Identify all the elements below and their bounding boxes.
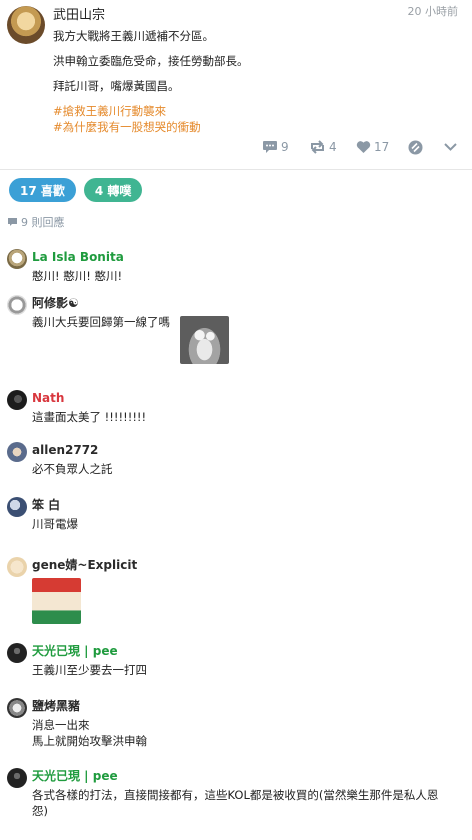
hashtags: #搶救王義川行動襲來 #為什麼我有一股想哭的衝動 [53,103,453,135]
speech-bubble-icon [8,218,17,226]
shares-badge[interactable]: 4 轉噗 [83,178,143,202]
comment-text: 川哥電爆 [32,517,78,531]
comment: 天光已現 | pee 王義川至少要去一打四 [0,642,472,697]
cat-avatar[interactable] [7,442,27,462]
sombrero-avatar[interactable] [7,249,27,269]
mute-button[interactable] [408,140,423,155]
post: 武田山宗 20 小時前 我方大戰將王義川遞補不分區。 洪申翰立委臨危受命，接任勞… [0,0,472,170]
post-stats: 17 喜歡 4 轉噗 [0,170,472,210]
comment: 鹽烤黑豬 消息一出來 馬上就開始攻擊洪申翰 [0,697,472,767]
comment: gene婧~Explicit [0,556,472,642]
comment-image[interactable] [32,578,81,624]
post-time[interactable]: 20 小時前 [408,3,459,19]
comment-text: 憨川! 憨川! 憨川! [32,269,123,283]
pig-avatar[interactable] [7,698,27,718]
moon-avatar[interactable] [7,497,27,517]
comment-author[interactable]: 鹽烤黑豬 [32,697,472,715]
author-avatar[interactable] [7,6,45,44]
like-count: 17 [374,140,390,154]
post-author[interactable]: 武田山宗 [53,4,105,23]
comment: La Isla Bonita 憨川! 憨川! 憨川! [0,248,472,294]
heart-icon [356,141,371,153]
comment-text: 王義川至少要去一打四 [32,663,147,677]
expand-button[interactable] [443,140,458,154]
post-line: 拜託川哥，嘴爆黃國昌。 [53,79,180,93]
gene-avatar[interactable] [7,557,27,577]
comment-author[interactable]: gene婧~Explicit [32,556,472,574]
post-body: 我方大戰將王義川遞補不分區。 洪申翰立委臨危受命，接任勞動部長。 拜託川哥，嘴爆… [53,28,453,135]
comment-author[interactable]: Nath [32,389,472,407]
comment: 天光已現 | pee 各式各樣的打法，直接間接都有，這些KOL都是被收買的(當然… [0,767,472,827]
replies-count: 9 則回應 [0,210,472,234]
repost-button[interactable]: 4 [309,140,337,154]
likes-badge[interactable]: 17 喜歡 [9,178,76,202]
speech-bubble-icon [263,141,277,153]
repost-arrows-icon [311,140,324,154]
mute-icon [408,140,423,155]
comment: 笨 白 川哥電爆 [0,496,472,556]
sky-avatar[interactable] [7,643,27,663]
comment-text: 消息一出來 馬上就開始攻擊洪申翰 [32,718,147,748]
replies-count-label: 9 則回應 [21,216,65,229]
post-actions: 9 4 17 [0,140,472,160]
sky-avatar[interactable] [7,768,27,788]
comment-author[interactable]: La Isla Bonita [32,248,472,266]
post-line: 我方大戰將王義川遞補不分區。 [53,29,214,43]
comment-count: 9 [281,140,289,154]
post-line: 洪申翰立委臨危受命，接任勞動部長。 [53,54,249,68]
repost-count: 4 [329,140,337,154]
comment-image[interactable] [180,316,229,364]
hashtag-link[interactable]: #為什麼我有一股想哭的衝動 [53,119,453,135]
comment-author[interactable]: 阿修影☯ [32,294,472,312]
comment-author[interactable]: 天光已現 | pee [32,767,472,785]
comment-author[interactable]: 笨 白 [32,496,472,514]
ash-avatar[interactable] [7,295,27,315]
comment: Nath 這畫面太美了 !!!!!!!!! [0,389,472,441]
comment-text: 各式各樣的打法，直接間接都有，這些KOL都是被收買的(當然樂生那件是私人恩 怨) [32,788,439,818]
comment: allen2772 必不負眾人之託 [0,441,472,496]
comment-list: La Isla Bonita 憨川! 憨川! 憨川! 阿修影☯ 義川大兵要回歸第… [0,248,472,827]
comment-author[interactable]: allen2772 [32,441,472,459]
hashtag-link[interactable]: #搶救王義川行動襲來 [53,103,453,119]
comment-text: 這畫面太美了 !!!!!!!!! [32,410,147,424]
like-button[interactable]: 17 [356,140,389,154]
comment: 阿修影☯ 義川大兵要回歸第一線了嗎 [0,294,472,389]
chevron-down-icon [444,143,457,151]
comment-author[interactable]: 天光已現 | pee [32,642,472,660]
dark-avatar[interactable] [7,390,27,410]
comment-text: 必不負眾人之託 [32,462,113,476]
comment-text: 義川大兵要回歸第一線了嗎 [32,315,170,329]
comment-button[interactable]: 9 [262,140,289,154]
